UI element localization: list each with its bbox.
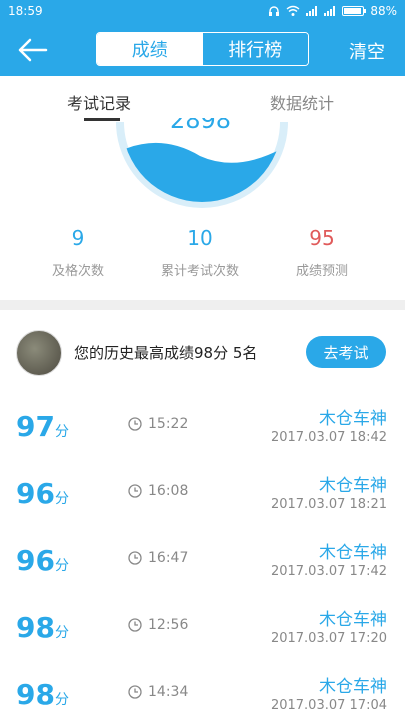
stat-value: 10 (187, 226, 213, 250)
stat-value: 95 (309, 226, 335, 250)
stat-score-prediction: 95 成绩预测 (262, 222, 382, 279)
status-bar: 18:59 88% (0, 0, 405, 24)
score: 96分 (16, 477, 69, 510)
status-icons: 88% (268, 4, 397, 18)
score: 98分 (16, 611, 69, 644)
record-date: 2017.03.07 17:04 (270, 698, 387, 713)
stat-value: 9 (71, 226, 85, 250)
app-bar: 成绩 排行榜 清空 (0, 24, 405, 76)
signal-icon (306, 6, 318, 16)
best-score-text: 您的历史最高成绩98分 5名 (74, 344, 258, 362)
clock-icon (128, 484, 142, 498)
score-unit: 分 (54, 692, 69, 708)
record-date: 2017.03.07 18:21 (270, 497, 387, 512)
headset-icon (269, 6, 280, 16)
duration: 16:47 (128, 550, 188, 566)
clock-icon (128, 551, 142, 565)
score-unit: 分 (54, 424, 69, 440)
status-time: 18:59 (8, 4, 43, 18)
score-unit: 分 (54, 491, 69, 507)
score: 96分 (16, 544, 69, 577)
battery-level: 88% (370, 4, 397, 18)
wifi-icon (286, 5, 300, 16)
take-exam-button[interactable]: 去考试 (306, 336, 386, 368)
battery-icon (342, 6, 367, 16)
segment-control: 成绩 排行榜 (96, 32, 309, 66)
duration-value: 14:34 (148, 684, 189, 700)
record-list: 97分 15:22 木仓车神 2017.03.07 18:42 96分 16:0… (0, 392, 405, 727)
signal-icon-2 (324, 6, 336, 16)
duration-value: 15:22 (148, 416, 189, 432)
user-name: 木仓车神 (319, 677, 387, 697)
record-date: 2017.03.07 17:42 (270, 564, 387, 579)
stats-row: 9 及格次数 10 累计考试次数 95 成绩预测 (0, 222, 405, 292)
duration: 14:34 (128, 684, 188, 700)
list-item[interactable]: 98分 14:34 木仓车神 2017.03.07 17:04 (0, 660, 405, 727)
duration-value: 12:56 (148, 617, 189, 633)
score-value: 96 (16, 477, 55, 510)
section-divider (0, 300, 405, 310)
duration: 12:56 (128, 617, 188, 633)
list-item[interactable]: 96分 16:08 木仓车神 2017.03.07 18:21 (0, 459, 405, 526)
score: 97分 (16, 410, 69, 443)
stat-label: 成绩预测 (295, 264, 348, 279)
duration: 15:22 (128, 416, 188, 432)
segment-scores[interactable]: 成绩 (97, 33, 203, 65)
user-name: 木仓车神 (319, 409, 387, 429)
tab-bar: 考试记录 数据统计 (0, 76, 405, 122)
best-score-summary: 您的历史最高成绩98分 5名 去考试 (0, 310, 405, 392)
user-name: 木仓车神 (319, 543, 387, 563)
clock-icon (128, 618, 142, 632)
list-item[interactable]: 96分 16:47 木仓车神 2017.03.07 17:42 (0, 526, 405, 593)
duration: 16:08 (128, 483, 188, 499)
tab-data-stats[interactable]: 数据统计 (270, 90, 334, 114)
score-unit: 分 (54, 558, 69, 574)
clock-icon (128, 417, 142, 431)
score-unit: 分 (54, 625, 69, 641)
user-name: 木仓车神 (319, 476, 387, 496)
segment-ranking[interactable]: 排行榜 (202, 33, 308, 65)
list-item[interactable]: 98分 12:56 木仓车神 2017.03.07 17:20 (0, 593, 405, 660)
score: 98分 (16, 678, 69, 711)
score-value: 97 (16, 410, 55, 443)
avatar (16, 330, 62, 376)
record-date: 2017.03.07 18:42 (270, 430, 387, 445)
score-value: 96 (16, 544, 55, 577)
user-name: 木仓车神 (319, 610, 387, 630)
back-arrow-icon[interactable] (16, 34, 50, 66)
score-value: 98 (16, 678, 55, 711)
stat-total-exams: 10 累计考试次数 (140, 222, 260, 279)
clock-icon (128, 685, 142, 699)
tab-exam-records[interactable]: 考试记录 (67, 90, 131, 114)
list-item[interactable]: 97分 15:22 木仓车神 2017.03.07 18:42 (0, 392, 405, 459)
tab-indicator (84, 118, 120, 121)
score-value: 98 (16, 611, 55, 644)
stat-pass-count: 9 及格次数 (18, 222, 138, 279)
stat-label: 累计考试次数 (160, 264, 239, 279)
clear-button[interactable]: 清空 (349, 38, 385, 64)
stat-label: 及格次数 (51, 264, 104, 279)
duration-value: 16:47 (148, 550, 189, 566)
record-date: 2017.03.07 17:20 (270, 631, 387, 646)
score-gauge (116, 122, 288, 208)
duration-value: 16:08 (148, 483, 189, 499)
